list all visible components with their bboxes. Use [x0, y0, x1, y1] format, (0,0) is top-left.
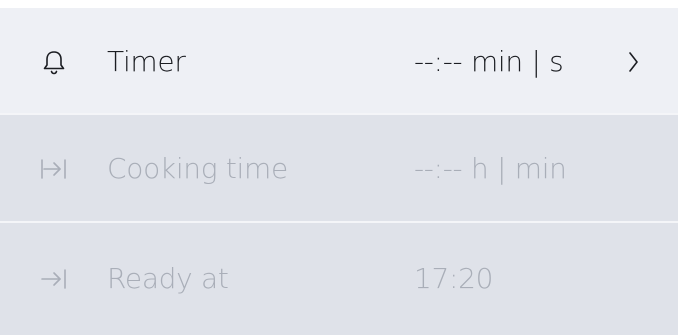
cooking-time-row: Cooking time --:-- h | min: [0, 115, 678, 223]
timer-value: --:-- min | s: [414, 44, 564, 78]
cooking-time-label: Cooking time: [107, 151, 288, 185]
bell-icon: [38, 46, 70, 78]
ready-at-label: Ready at: [107, 261, 229, 295]
timer-label: Timer: [107, 44, 186, 78]
chevron-right-icon[interactable]: [622, 49, 644, 75]
ready-at-row: Ready at 17:20: [0, 223, 678, 335]
duration-icon: [38, 153, 70, 185]
end-time-icon: [38, 263, 70, 295]
ready-at-value: 17:20: [414, 261, 494, 295]
time-settings-list: Timer --:-- min | s Cooking time --:-- h…: [0, 8, 678, 336]
timer-row[interactable]: Timer --:-- min | s: [0, 8, 678, 115]
cooking-time-value: --:-- h | min: [414, 151, 567, 185]
